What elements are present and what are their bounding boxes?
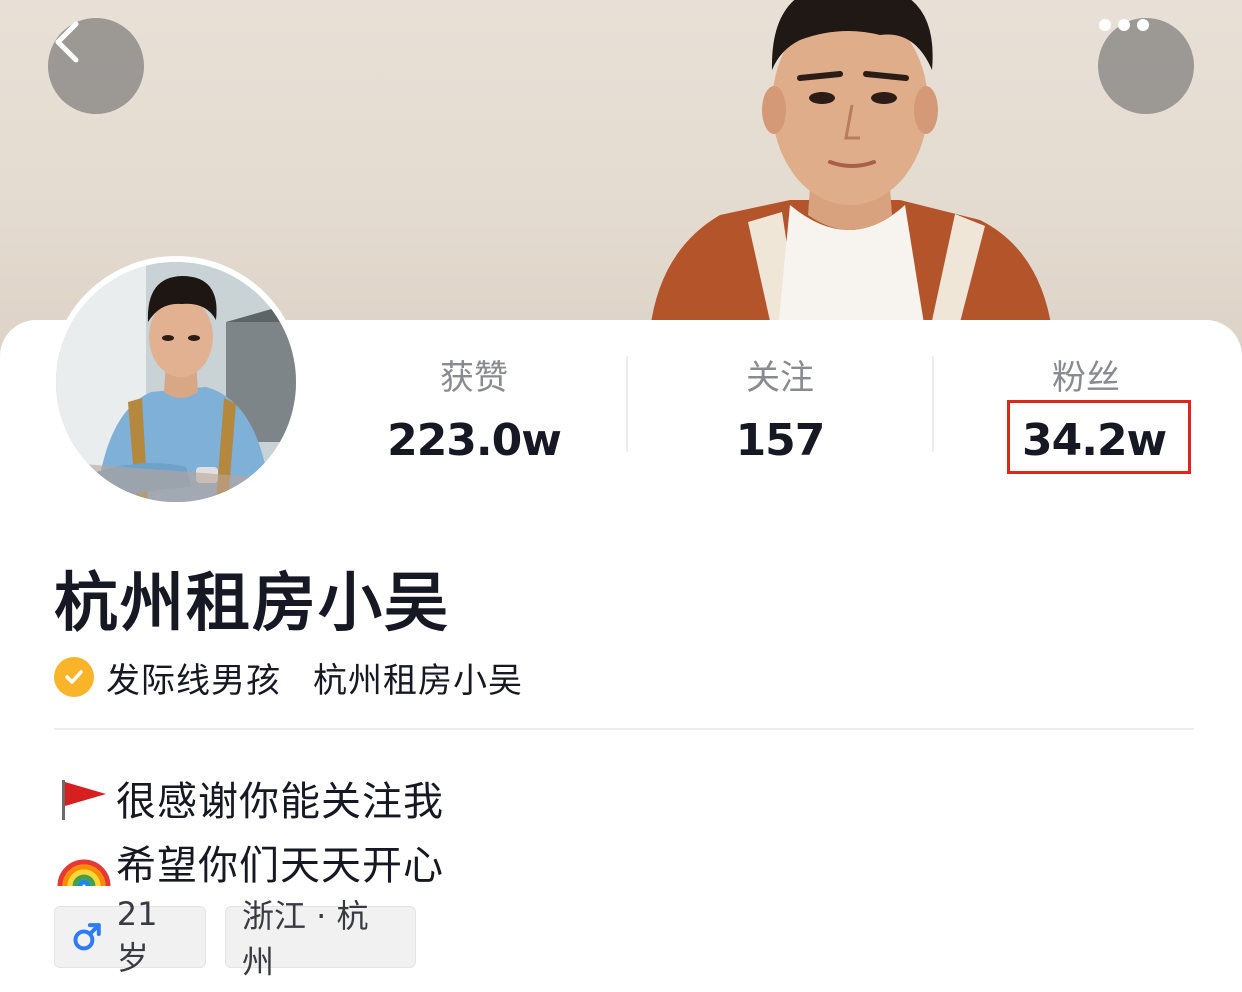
gender-age-tag: 21岁 xyxy=(54,895,206,977)
bio-line: 希望你们天天开心 xyxy=(56,834,444,890)
avatar-frame xyxy=(50,256,302,508)
stat-value: 223.0w xyxy=(387,415,562,466)
stat-following[interactable]: 关注 157 xyxy=(660,355,900,471)
verification-row: 发际线男孩 杭州租房小吴 xyxy=(54,654,523,701)
avatar[interactable] xyxy=(56,262,296,502)
bio-line: 很感谢你能关注我 xyxy=(56,770,444,826)
red-flag-emoji xyxy=(62,780,106,820)
chevron-left-icon xyxy=(55,21,79,63)
more-dots-icon xyxy=(1099,19,1149,31)
fans-highlight-box xyxy=(1007,400,1191,474)
stat-value: 157 xyxy=(735,415,826,466)
stat-divider xyxy=(626,356,628,452)
rainbow-emoji xyxy=(57,859,111,887)
back-button[interactable] xyxy=(48,18,144,114)
section-divider xyxy=(54,728,1194,730)
location-text: 浙江 · 杭州 xyxy=(242,897,369,981)
stat-likes[interactable]: 获赞 223.0w xyxy=(354,355,594,471)
avatar-photo xyxy=(56,262,296,502)
bio-text: 希望你们天天开心 xyxy=(116,843,444,889)
age-text: 21岁 xyxy=(116,895,158,977)
display-name: 杭州租房小吴 xyxy=(54,567,450,641)
stat-label: 获赞 xyxy=(440,358,508,398)
verification-title: 发际线男孩 xyxy=(106,660,281,701)
verification-org: 杭州租房小吴 xyxy=(313,660,523,701)
stat-divider xyxy=(932,356,934,452)
stat-label: 粉丝 xyxy=(1052,358,1120,398)
more-button[interactable] xyxy=(1098,18,1194,114)
verified-check-icon xyxy=(54,657,94,697)
location-tag: 浙江 · 杭州 xyxy=(225,897,416,981)
bio-text: 很感谢你能关注我 xyxy=(116,779,444,825)
stat-label: 关注 xyxy=(746,358,814,398)
male-icon xyxy=(73,923,101,951)
